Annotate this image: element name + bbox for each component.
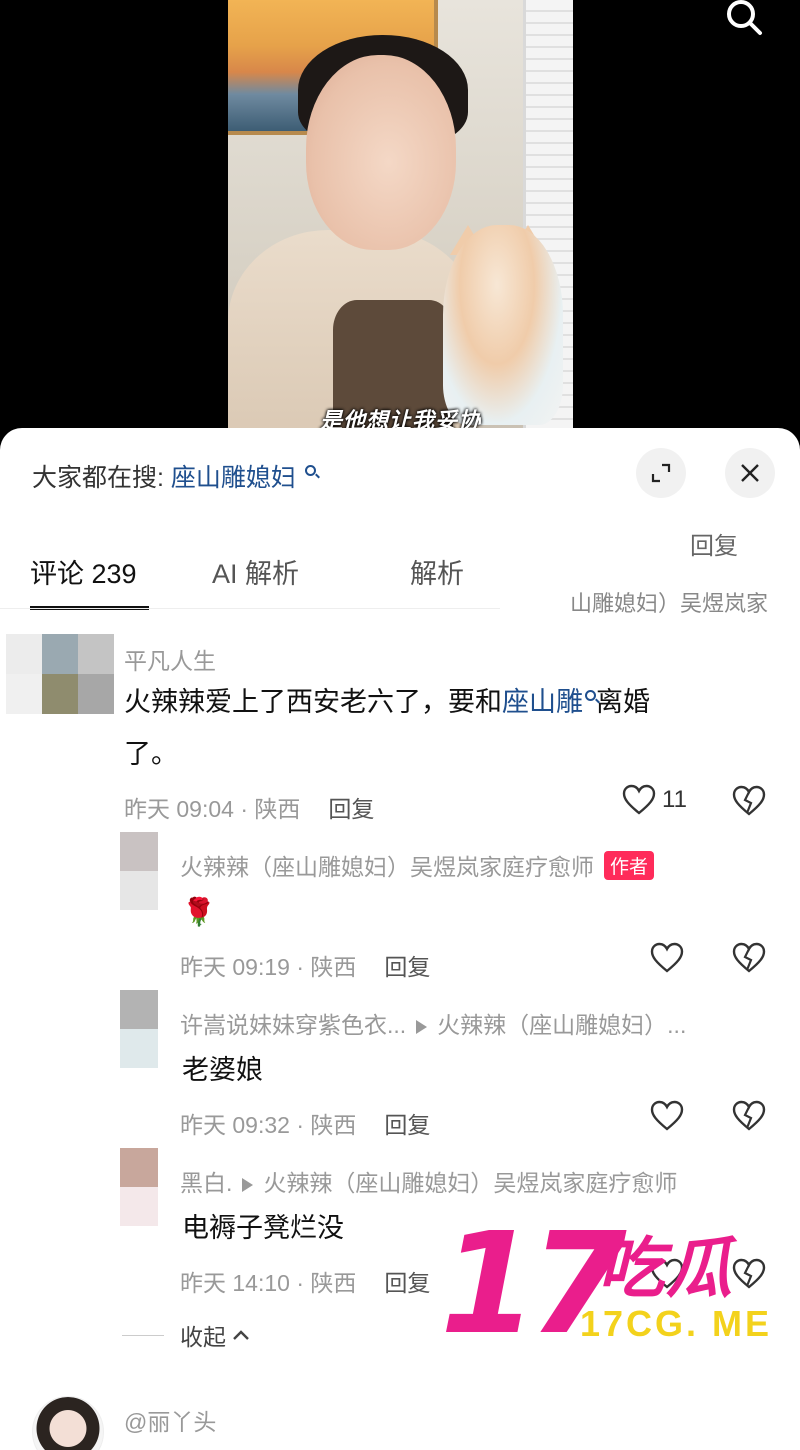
avatar[interactable] (120, 1148, 158, 1226)
close-icon (741, 464, 759, 482)
divider (0, 608, 500, 609)
ghost-reply-text: 回复 (690, 533, 738, 560)
reply-text: 🌹 (182, 897, 216, 927)
divider (122, 1334, 164, 1336)
expand-icon (651, 463, 671, 483)
search-small-icon (304, 465, 316, 476)
reply-time: 昨天 09:19 · 陕西 (180, 954, 357, 980)
comment-text: 火辣辣爱上了西安老六了，要和座山雕 离婚 了。 (124, 676, 744, 780)
tab-ai-analysis[interactable]: AI 解析 (212, 552, 299, 591)
heart-icon (622, 784, 656, 815)
video-frame: 是他想让我妥协 (228, 0, 573, 440)
reply-time: 昨天 14:10 · 陕西 (180, 1270, 357, 1296)
reply-text: 电褥子凳烂没 (182, 1213, 344, 1243)
reply-author[interactable]: 火辣辣（座山雕媳妇）吴煜岚家庭疗愈师 作者 (180, 848, 655, 882)
reply-author-name: 黑白. (180, 1170, 233, 1196)
comment-search-link[interactable]: 座山雕 (502, 687, 583, 717)
dislike-button[interactable] (732, 1100, 768, 1136)
trending-search-query[interactable]: 座山雕媳妇 (171, 464, 296, 492)
watermark-url: 17CG. ME (580, 1303, 773, 1344)
reply-to-name: 火辣辣（座山雕媳妇）... (437, 1012, 687, 1038)
video-player[interactable]: 是他想让我妥协 (0, 0, 800, 440)
dislike-button[interactable] (732, 942, 768, 978)
collapse-replies-button[interactable]: 收起 (122, 1318, 252, 1352)
collapse-label: 收起 (180, 1324, 226, 1350)
heart-icon (650, 1100, 684, 1131)
tab-bar: 评论 239 AI 解析 解析 (0, 540, 500, 610)
expand-button[interactable] (636, 448, 686, 498)
dislike-button[interactable] (732, 785, 768, 821)
trending-search-prefix: 大家都在搜: (32, 464, 164, 492)
avatar[interactable] (120, 990, 158, 1068)
reply-button[interactable]: 回复 (384, 1270, 430, 1296)
search-small-icon (585, 690, 596, 701)
ghost-author-text: 山雕媳妇）吴煜岚家 (570, 591, 769, 616)
reply-author[interactable]: 许嵩说妹妹穿紫色衣... 火辣辣（座山雕媳妇）... (180, 1006, 686, 1040)
comment-author[interactable]: @丽丫头 (124, 1403, 216, 1437)
reply-button[interactable]: 回复 (328, 796, 374, 822)
avatar[interactable] (120, 832, 158, 910)
comment-text-part: 火辣辣爱上了西安老六了，要和 (124, 687, 502, 717)
author-badge: 作者 (604, 851, 655, 880)
broken-heart-icon (732, 1100, 766, 1131)
comment-text-part: 离婚 (596, 687, 650, 717)
comment-time: 昨天 09:04 · 陕西 (124, 796, 301, 822)
reply-author-name: 火辣辣（座山雕媳妇）吴煜岚家庭疗愈师 (180, 854, 594, 880)
trending-search[interactable]: 大家都在搜: 座山雕媳妇 (32, 458, 316, 494)
avatar[interactable] (32, 1396, 104, 1450)
heart-icon (650, 942, 684, 973)
comment-meta: 昨天 09:04 · 陕西 回复 (124, 790, 374, 824)
reply-arrow-icon (242, 1178, 254, 1192)
like-button[interactable] (650, 1100, 686, 1136)
reply-to-name: 火辣辣（座山雕媳妇）吴煜岚家庭疗愈师 (263, 1170, 678, 1196)
tab-analysis[interactable]: 解析 (410, 552, 464, 591)
reply-meta: 昨天 09:19 · 陕西 回复 (180, 948, 430, 982)
reply-button[interactable]: 回复 (384, 1112, 430, 1138)
reply-meta: 昨天 14:10 · 陕西 回复 (180, 1264, 430, 1298)
watermark-logo: 17 吃瓜 17CG. ME (440, 1215, 800, 1355)
chevron-up-icon (233, 1330, 249, 1340)
reply-author-name: 许嵩说妹妹穿紫色衣... (180, 1012, 407, 1038)
comment-author[interactable]: 平凡人生 (124, 642, 216, 676)
broken-heart-icon (732, 942, 766, 973)
reply-button[interactable]: 回复 (384, 954, 430, 980)
avatar[interactable] (6, 634, 114, 714)
reply-text: 老婆娘 (182, 1055, 263, 1085)
close-button[interactable] (725, 448, 775, 498)
like-count: 11 (662, 786, 687, 813)
tab-comments[interactable]: 评论 239 (30, 552, 137, 591)
reply-meta: 昨天 09:32 · 陕西 回复 (180, 1106, 430, 1140)
reply-author[interactable]: 黑白. 火辣辣（座山雕媳妇）吴煜岚家庭疗愈师 (180, 1164, 677, 1198)
watermark-chinese: 吃瓜 (598, 1231, 734, 1305)
comment-text-part: 了。 (124, 739, 178, 769)
person-face (306, 55, 456, 250)
like-button[interactable] (650, 942, 686, 978)
broken-heart-icon (732, 785, 766, 816)
search-icon[interactable] (718, 0, 768, 40)
cat (443, 225, 563, 425)
reply-arrow-icon (416, 1020, 428, 1034)
reply-time: 昨天 09:32 · 陕西 (180, 1112, 357, 1138)
like-button[interactable]: 11 (622, 784, 687, 816)
